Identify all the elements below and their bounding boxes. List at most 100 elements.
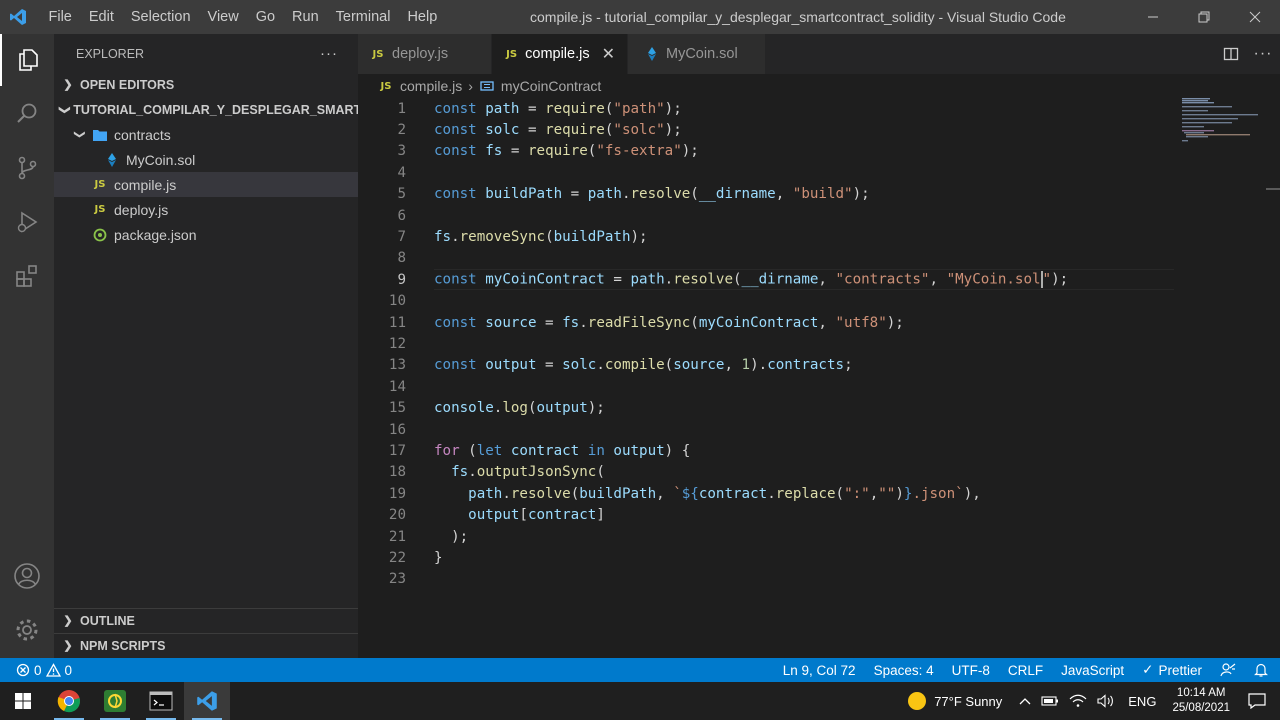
- tab-mycoin-sol[interactable]: MyCoin.sol: [628, 34, 766, 74]
- breadcrumb-file[interactable]: compile.js: [400, 78, 462, 94]
- line-number: 16: [388, 421, 406, 438]
- more-actions-icon[interactable]: ···: [320, 34, 338, 74]
- prettier-status[interactable]: ✓ Prettier: [1133, 662, 1211, 678]
- code-line: 12: [358, 333, 1258, 354]
- wifi-tray-icon[interactable]: [1064, 694, 1092, 708]
- menu-file[interactable]: File: [40, 0, 80, 34]
- check-icon: ✓: [1142, 662, 1154, 677]
- error-icon: [16, 663, 30, 677]
- tree-label: compile.js: [114, 176, 177, 193]
- line-number: 10: [388, 293, 406, 310]
- code-line: 18 fs.outputJsonSync(: [358, 462, 1258, 483]
- chevron-right-icon: ❯: [63, 615, 73, 627]
- activity-bar: [0, 34, 54, 658]
- language-mode[interactable]: JavaScript: [1052, 663, 1133, 678]
- open-editors-section[interactable]: ❯ OPEN EDITORS: [54, 72, 358, 97]
- start-button[interactable]: [0, 682, 46, 720]
- code-text: }: [434, 550, 443, 567]
- wifi-icon: [1069, 694, 1087, 707]
- code-text: const path = require("path");: [434, 100, 682, 117]
- javascript-icon: JS: [506, 48, 518, 60]
- input-language[interactable]: ENG: [1120, 694, 1164, 709]
- code-editor[interactable]: 1 const path = require("path"); 2 const so…: [358, 98, 1280, 658]
- code-line: 4: [358, 162, 1258, 183]
- code-text: path.resolve(buildPath, `${contract.repl…: [468, 485, 981, 502]
- code-text: output[contract]: [468, 507, 605, 524]
- code-line: 15 console.log(output);: [358, 398, 1258, 419]
- encoding[interactable]: UTF-8: [943, 663, 999, 678]
- menu-edit[interactable]: Edit: [80, 0, 122, 34]
- split-editor-button[interactable]: [1216, 46, 1246, 62]
- tree-file-package-json[interactable]: package.json: [54, 222, 358, 247]
- close-icon: [1249, 11, 1260, 23]
- search-activity-button[interactable]: [0, 88, 54, 140]
- end-of-line[interactable]: CRLF: [999, 663, 1052, 678]
- tree-file-deploy-js[interactable]: JS deploy.js: [54, 197, 358, 222]
- error-count: 0: [34, 662, 42, 678]
- windows-taskbar: 77°F Sunny ENG 10:14 AM 25/08/2021: [0, 682, 1280, 720]
- volume-tray-icon[interactable]: [1092, 694, 1120, 708]
- tab-compile-js[interactable]: JS compile.js ✕: [492, 34, 628, 74]
- notifications-button[interactable]: [1245, 662, 1280, 678]
- line-number: 21: [388, 528, 406, 545]
- indentation[interactable]: Spaces: 4: [865, 663, 943, 678]
- accounts-activity-button[interactable]: [0, 550, 54, 602]
- extensions-icon: [16, 265, 37, 287]
- project-section[interactable]: ❯ TUTORIAL_COMPILAR_Y_DESPLEGAR_SMARTC..…: [54, 97, 381, 122]
- chevron-right-icon: ❯: [63, 78, 73, 91]
- cursor-position[interactable]: Ln 9, Col 72: [774, 663, 865, 678]
- code-text: const fs = require("fs-extra");: [434, 143, 699, 160]
- minimap[interactable]: [1180, 98, 1266, 158]
- status-bar-right: Ln 9, Col 72 Spaces: 4 UTF-8 CRLF JavaSc…: [774, 658, 1280, 682]
- feedback-button[interactable]: [1211, 662, 1245, 678]
- explorer-activity-button[interactable]: [0, 34, 54, 86]
- more-actions-button[interactable]: ···: [1246, 45, 1280, 63]
- show-hidden-icons-button[interactable]: [1007, 697, 1036, 705]
- problems-indicator[interactable]: 0 0: [0, 663, 72, 678]
- tab-label: deploy.js: [392, 46, 449, 62]
- taskbar-app-green[interactable]: [92, 682, 138, 720]
- clock[interactable]: 10:14 AM 25/08/2021: [1164, 686, 1238, 716]
- line-number: 11: [388, 314, 406, 331]
- action-center-button[interactable]: [1238, 693, 1280, 709]
- folder-icon: [92, 127, 108, 143]
- variable-symbol-icon: [479, 78, 495, 94]
- line-number: 18: [388, 464, 406, 481]
- code-line: 16: [358, 419, 1258, 440]
- extensions-activity-button[interactable]: [0, 250, 54, 302]
- line-number: 19: [388, 485, 406, 502]
- outline-section[interactable]: ❯ OUTLINE: [54, 608, 358, 633]
- source-control-activity-button[interactable]: [0, 142, 54, 194]
- menu-view[interactable]: View: [199, 0, 247, 34]
- terminal-icon: [149, 691, 173, 711]
- npm-scripts-section[interactable]: ❯ NPM SCRIPTS: [54, 633, 358, 658]
- tree-file-mycoin-sol[interactable]: MyCoin.sol: [54, 147, 358, 172]
- minimize-button[interactable]: [1127, 0, 1178, 34]
- breadcrumb-symbol[interactable]: myCoinContract: [501, 78, 601, 94]
- taskbar-chrome[interactable]: [46, 682, 92, 720]
- tree-file-compile-js[interactable]: JS compile.js: [54, 172, 358, 197]
- manage-activity-button[interactable]: [0, 604, 54, 656]
- javascript-icon: JS: [372, 48, 384, 60]
- menu-terminal[interactable]: Terminal: [327, 0, 399, 34]
- taskbar-terminal[interactable]: [138, 682, 184, 720]
- code-line: 6: [358, 205, 1258, 226]
- bell-icon: [1254, 663, 1268, 677]
- battery-tray-icon[interactable]: [1036, 695, 1064, 707]
- code-text: const myCoinContract = path.resolve(__di…: [434, 271, 1069, 289]
- menu-selection[interactable]: Selection: [122, 0, 199, 34]
- restore-button[interactable]: [1178, 0, 1229, 34]
- tab-deploy-js[interactable]: JS deploy.js: [358, 34, 492, 74]
- menu-run[interactable]: Run: [284, 0, 328, 34]
- weather-widget[interactable]: 77°F Sunny: [903, 692, 1007, 710]
- menu-go[interactable]: Go: [247, 0, 283, 34]
- menu-help[interactable]: Help: [399, 0, 446, 34]
- volume-icon: [1097, 694, 1114, 708]
- taskbar-vscode[interactable]: [184, 682, 230, 720]
- run-debug-activity-button[interactable]: [0, 196, 54, 248]
- close-window-button[interactable]: [1229, 0, 1280, 34]
- line-number: 2: [397, 122, 406, 139]
- tree-folder-contracts[interactable]: ❯ contracts: [54, 122, 358, 147]
- solidity-icon: [644, 46, 660, 62]
- close-tab-icon[interactable]: ✕: [602, 44, 615, 64]
